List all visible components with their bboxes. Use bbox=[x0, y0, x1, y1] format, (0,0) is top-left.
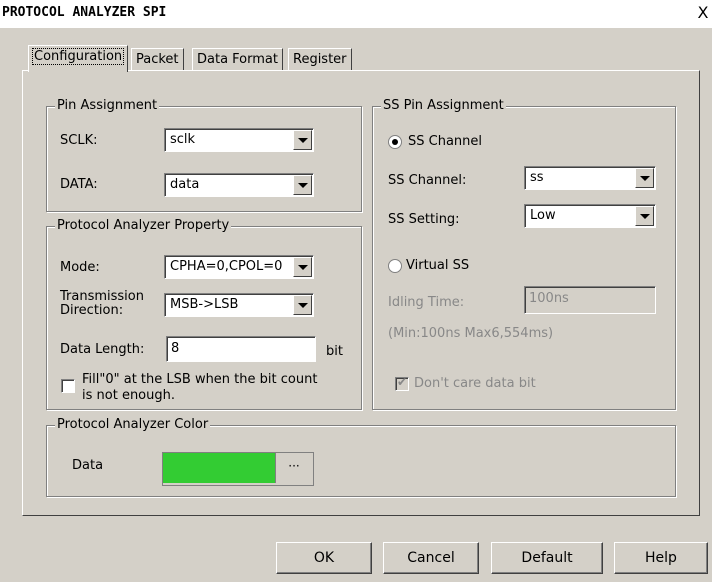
dont-care-checkbox[interactable]: ✔ bbox=[395, 375, 409, 391]
close-icon[interactable]: X bbox=[694, 4, 712, 22]
ss-channel-select[interactable]: ss bbox=[524, 166, 656, 190]
color-group: Protocol Analyzer Color bbox=[46, 417, 676, 497]
ss-channel-radio[interactable] bbox=[388, 135, 402, 149]
data-color-swatch[interactable] bbox=[163, 453, 275, 483]
chevron-down-icon[interactable] bbox=[293, 175, 312, 195]
cancel-button[interactable]: Cancel bbox=[383, 542, 479, 574]
data-color-picker[interactable]: ··· bbox=[162, 452, 314, 486]
mode-select[interactable]: CPHA=0,CPOL=0 bbox=[164, 255, 314, 279]
dont-care-label: Don't care data bit bbox=[414, 376, 536, 391]
chevron-down-icon[interactable] bbox=[293, 257, 312, 277]
fill-zero-checkbox[interactable] bbox=[61, 379, 75, 393]
ss-channel-label: SS Channel: bbox=[388, 173, 467, 188]
ss-channel-radio-label: SS Channel bbox=[408, 134, 483, 149]
length-label: Data Length: bbox=[60, 342, 145, 357]
sclk-select[interactable]: sclk bbox=[164, 128, 314, 152]
default-button[interactable]: Default bbox=[491, 542, 603, 574]
mode-label: Mode: bbox=[60, 260, 100, 275]
checkmark-icon: ✔ bbox=[397, 375, 408, 389]
chevron-down-icon[interactable] bbox=[293, 130, 312, 150]
ss-setting-select[interactable]: Low bbox=[524, 204, 656, 228]
help-button[interactable]: Help bbox=[614, 542, 708, 574]
data-select[interactable]: data bbox=[164, 173, 314, 197]
ss-pin-title: SS Pin Assignment bbox=[381, 98, 506, 113]
window-title: PROTOCOL ANALYZER SPI bbox=[2, 5, 167, 20]
ss-setting-label: SS Setting: bbox=[388, 212, 460, 227]
property-title: Protocol Analyzer Property bbox=[55, 218, 232, 233]
idle-time-label: Idling Time: bbox=[388, 295, 465, 310]
pin-assignment-title: Pin Assignment bbox=[55, 98, 160, 113]
color-data-label: Data bbox=[72, 458, 104, 473]
more-icon[interactable]: ··· bbox=[275, 453, 312, 483]
tab-register[interactable]: Register bbox=[288, 48, 352, 71]
length-input[interactable]: 8 bbox=[166, 336, 316, 362]
tab-data-format[interactable]: Data Format bbox=[192, 48, 283, 71]
dialog-window: PROTOCOL ANALYZER SPI X Configuration Pa… bbox=[0, 0, 712, 582]
direction-select[interactable]: MSB->LSB bbox=[164, 293, 314, 317]
direction-label: Transmission Direction: bbox=[60, 289, 144, 318]
virtual-ss-label: Virtual SS bbox=[406, 258, 470, 273]
tab-configuration[interactable]: Configuration bbox=[28, 45, 129, 72]
idle-time-input[interactable]: 100ns bbox=[524, 286, 656, 314]
chevron-down-icon[interactable] bbox=[293, 295, 312, 315]
ok-button[interactable]: OK bbox=[276, 542, 372, 574]
chevron-down-icon[interactable] bbox=[635, 206, 654, 226]
sclk-label: SCLK: bbox=[60, 133, 98, 148]
title-bar: PROTOCOL ANALYZER SPI X bbox=[0, 0, 712, 28]
fill-zero-label: Fill"0" at the LSB when the bit count is … bbox=[82, 372, 318, 403]
color-title: Protocol Analyzer Color bbox=[55, 417, 211, 432]
chevron-down-icon[interactable] bbox=[635, 168, 654, 188]
virtual-ss-radio[interactable] bbox=[388, 259, 402, 273]
data-label: DATA: bbox=[60, 177, 98, 192]
tab-packet[interactable]: Packet bbox=[131, 48, 184, 71]
length-unit: bit bbox=[326, 344, 343, 359]
idle-range-text: (Min:100ns Max6,554ms) bbox=[388, 326, 554, 341]
